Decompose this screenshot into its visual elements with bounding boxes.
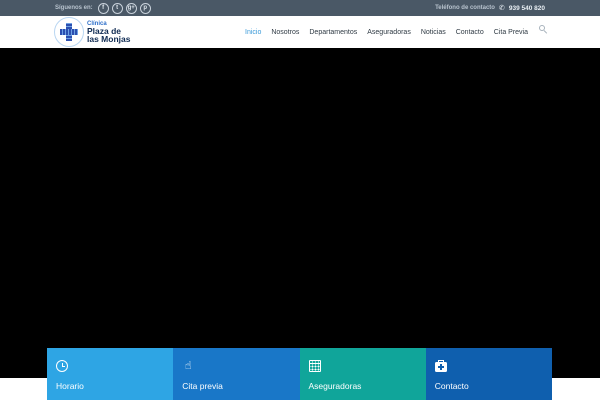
nav-item-aseguradoras[interactable]: Aseguradoras <box>362 29 416 36</box>
feature-contacto[interactable]: Contacto <box>425 348 552 400</box>
feature-label: Cita previa <box>182 381 223 391</box>
logo-line-2: las Monjas <box>87 34 131 44</box>
feature-label: Contacto <box>434 381 469 391</box>
google-plus-icon[interactable]: g+ <box>125 2 137 14</box>
nav-item-inicio[interactable]: Inicio <box>240 29 266 36</box>
nav-item-contacto[interactable]: Contacto <box>451 29 489 36</box>
nav-item-noticias[interactable]: Noticias <box>416 29 451 36</box>
pinterest-icon[interactable]: p <box>139 2 151 14</box>
calendar-icon <box>308 360 321 372</box>
search-icon[interactable] <box>539 25 548 34</box>
site-logo[interactable]: Clínica Plaza de las Monjas <box>54 17 130 47</box>
hero-video[interactable] <box>0 48 600 378</box>
feature-aseguradoras[interactable]: Aseguradoras <box>299 348 426 400</box>
hand-icon: ☝ <box>184 360 192 372</box>
social-follow: Síguenos en: f t g+ p <box>55 0 151 16</box>
nav-item-nosotros[interactable]: Nosotros <box>266 29 304 36</box>
medkit-icon <box>434 359 447 372</box>
main-nav: Inicio Nosotros Departamentos Asegurador… <box>240 16 548 48</box>
contact-label: Teléfono de contacto <box>435 5 495 11</box>
logo-cross-icon <box>54 17 84 47</box>
follow-label: Síguenos en: <box>55 5 93 11</box>
contact-info: Teléfono de contacto ✆ 939 540 820 <box>435 0 545 16</box>
phone-number[interactable]: 939 540 820 <box>509 5 545 12</box>
facebook-icon[interactable]: f <box>97 2 109 14</box>
nav-item-cita-previa[interactable]: Cita Previa <box>489 29 533 36</box>
phone-icon: ✆ <box>498 5 505 12</box>
feature-horario[interactable]: Horario <box>47 348 174 400</box>
site-header: Clínica Plaza de las Monjas Inicio Nosot… <box>0 16 600 48</box>
twitter-icon[interactable]: t <box>111 2 123 14</box>
logo-text: Clínica Plaza de las Monjas <box>87 21 130 44</box>
nav-item-departamentos[interactable]: Departamentos <box>304 29 362 36</box>
feature-label: Aseguradoras <box>308 381 362 391</box>
top-bar: Síguenos en: f t g+ p Teléfono de contac… <box>0 0 600 16</box>
feature-boxes: Horario ☝ Cita previa Aseguradoras Conta… <box>47 348 552 400</box>
clock-icon <box>56 360 68 372</box>
feature-label: Horario <box>56 381 84 391</box>
feature-cita-previa[interactable]: ☝ Cita previa <box>173 348 300 400</box>
